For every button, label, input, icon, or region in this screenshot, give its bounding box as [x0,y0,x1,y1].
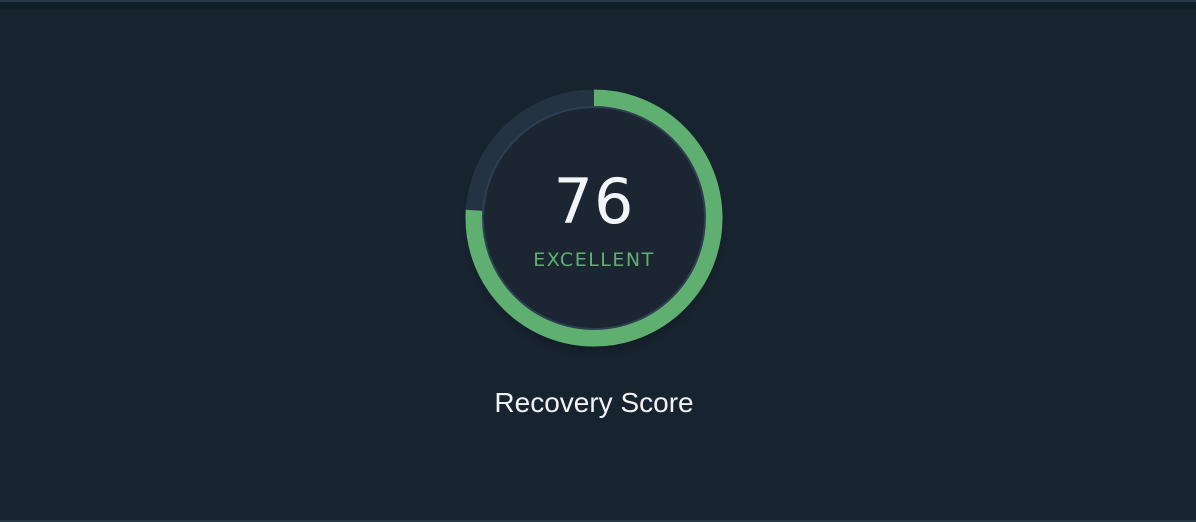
recovery-score-panel: 76 EXCELLENT Recovery Score [0,0,1196,522]
gauge-title: Recovery Score [494,387,694,418]
score-rating: EXCELLENT [533,249,655,271]
top-divider [0,2,1196,9]
score-value: 76 [553,165,635,238]
